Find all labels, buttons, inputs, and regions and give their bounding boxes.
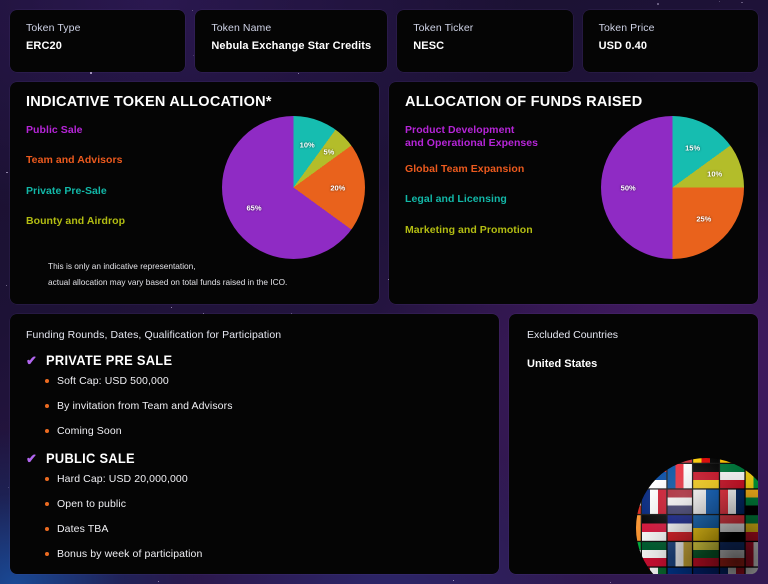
token-allocation-pie-chart: 10% 5% 20% 65% bbox=[222, 116, 365, 259]
check-icon: ✔ bbox=[26, 352, 37, 368]
token-allocation-pie-wrap: 10% 5% 20% 65% bbox=[222, 116, 365, 259]
pie-slice-label: 25% bbox=[696, 214, 712, 224]
token-sale-dashboard: Token Type ERC20 Token Name Nebula Excha… bbox=[0, 0, 768, 584]
stat-value: NESC bbox=[413, 39, 445, 52]
globe-flag-tile bbox=[636, 458, 641, 463]
pie-slice-label: 20% bbox=[330, 183, 346, 192]
funding-rounds-card: Funding Rounds, Dates, Qualification for… bbox=[10, 314, 499, 574]
pie-slice-label: 5% bbox=[323, 147, 335, 157]
round-bullets-private-pre-sale: Soft Cap: USD 500,000 By invitation from… bbox=[26, 375, 481, 437]
excluded-countries-card: Excluded Countries United States bbox=[509, 314, 758, 574]
footnote-line-2: actual allocation may vary based on tota… bbox=[48, 276, 288, 287]
legend-label-line-1: Product Development bbox=[405, 124, 515, 136]
bullet-dot bbox=[45, 404, 49, 409]
excluded-country-item: United States bbox=[527, 358, 598, 370]
check-icon: ✔ bbox=[26, 450, 37, 466]
allocation-charts-row: INDICATIVE TOKEN ALLOCATION* Public Sale… bbox=[10, 82, 758, 304]
allocation-of-funds-raised-card: ALLOCATION OF FUNDS RAISED Product Devel… bbox=[389, 82, 758, 304]
list-item-label: Open to public bbox=[57, 498, 127, 511]
world-flags-globe-icon bbox=[636, 458, 758, 574]
legend-item-team-and-advisors: Team and Advisors bbox=[26, 154, 123, 167]
stat-card-token-price: Token Price USD 0.40 bbox=[582, 10, 758, 72]
bullet-dot bbox=[45, 552, 49, 557]
stat-value: USD 0.40 bbox=[598, 39, 648, 52]
list-item-label: Bonus by week of participation bbox=[57, 548, 203, 561]
bottom-panels-row: Funding Rounds, Dates, Qualification for… bbox=[10, 314, 758, 574]
stat-card-token-name: Token Name Nebula Exchange Star Credits bbox=[195, 10, 388, 72]
globe-flag-tile bbox=[745, 458, 758, 463]
legend-item-bounty-and-airdrop: Bounty and Airdrop bbox=[26, 215, 126, 228]
globe-flag-tile bbox=[636, 464, 641, 489]
stat-value: Nebula Exchange Star Credits bbox=[211, 39, 372, 52]
pie-slice-label: 15% bbox=[685, 143, 701, 153]
stat-label: Token Name bbox=[211, 22, 272, 34]
stat-card-token-ticker: Token Ticker NESC bbox=[397, 10, 573, 72]
chart-title: INDICATIVE TOKEN ALLOCATION* bbox=[26, 94, 272, 110]
bullet-dot bbox=[45, 527, 49, 532]
funding-rounds-intro: Funding Rounds, Dates, Qualification for… bbox=[26, 329, 282, 341]
round-title: PUBLIC SALE bbox=[45, 450, 135, 467]
list-item: Hard Cap: USD 20,000,000 bbox=[45, 473, 481, 486]
list-item: By invitation from Team and Advisors bbox=[45, 400, 481, 413]
list-item: Coming Soon bbox=[45, 425, 481, 438]
pie-slice-label: 65% bbox=[246, 203, 262, 213]
stat-card-token-type: Token Type ERC20 bbox=[10, 10, 186, 72]
stat-label: Token Price bbox=[598, 22, 655, 34]
stat-label: Token Type bbox=[26, 22, 81, 34]
token-summary-row: Token Type ERC20 Token Name Nebula Excha… bbox=[10, 10, 758, 72]
bullet-dot bbox=[45, 379, 49, 383]
legend-item-private-pre-sale: Private Pre-Sale bbox=[26, 184, 107, 197]
footnote-line-1: This is only an indicative representatio… bbox=[48, 261, 196, 272]
excluded-countries-title: Excluded Countries bbox=[527, 329, 619, 341]
funds-allocation-pie-wrap: 15% 10% 25% 50% bbox=[601, 116, 744, 259]
legend-item-global-team-expansion: Global Team Expansion bbox=[405, 162, 525, 175]
funds-allocation-legend: Product Development and Operational Expe… bbox=[405, 116, 601, 254]
list-item: Open to public bbox=[45, 498, 481, 511]
bullet-dot bbox=[45, 502, 49, 507]
list-item-label: By invitation from Team and Advisors bbox=[57, 400, 233, 413]
allocation-footnote: This is only an indicative representatio… bbox=[48, 259, 287, 290]
list-item-label: Dates TBA bbox=[57, 523, 109, 536]
stat-value: ERC20 bbox=[26, 39, 62, 52]
legend-item-public-sale: Public Sale bbox=[26, 124, 83, 136]
round-header-private-pre-sale: ✔ PRIVATE PRE SALE bbox=[26, 352, 481, 368]
legend-label-line-2: and Operational Expenses bbox=[405, 137, 539, 150]
list-item-label: Hard Cap: USD 20,000,000 bbox=[57, 473, 188, 486]
pie-slice-label: 10% bbox=[299, 140, 315, 150]
stat-label: Token Ticker bbox=[413, 22, 474, 34]
bullet-dot bbox=[45, 429, 49, 434]
globe-flag-tile bbox=[636, 567, 641, 574]
globe-flag-tile bbox=[642, 458, 667, 463]
round-bullets-public-sale: Hard Cap: USD 20,000,000 Open to public … bbox=[26, 473, 481, 560]
legend-item-product-development: Product Development and Operational Expe… bbox=[405, 124, 601, 151]
list-item-label: Coming Soon bbox=[57, 425, 122, 438]
round-title: PRIVATE PRE SALE bbox=[45, 352, 173, 368]
pie-slice-label: 50% bbox=[620, 183, 636, 192]
round-header-public-sale: ✔ PUBLIC SALE bbox=[26, 450, 481, 466]
funds-allocation-pie-chart: 15% 10% 25% 50% bbox=[601, 116, 744, 259]
pie-slice-label: 10% bbox=[707, 169, 723, 179]
token-allocation-legend: Public Sale Team and Advisors Private Pr… bbox=[26, 116, 222, 246]
legend-item-marketing-and-promotion: Marketing and Promotion bbox=[405, 223, 533, 236]
list-item: Dates TBA bbox=[45, 523, 481, 536]
chart-title: ALLOCATION OF FUNDS RAISED bbox=[405, 94, 643, 110]
indicative-token-allocation-card: INDICATIVE TOKEN ALLOCATION* Public Sale… bbox=[10, 82, 379, 304]
list-item: Soft Cap: USD 500,000 bbox=[45, 375, 481, 387]
list-item: Bonus by week of participation bbox=[45, 548, 481, 561]
legend-item-legal-and-licensing: Legal and Licensing bbox=[405, 193, 507, 206]
bullet-dot bbox=[45, 477, 49, 482]
list-item-label: Soft Cap: USD 500,000 bbox=[57, 375, 169, 387]
